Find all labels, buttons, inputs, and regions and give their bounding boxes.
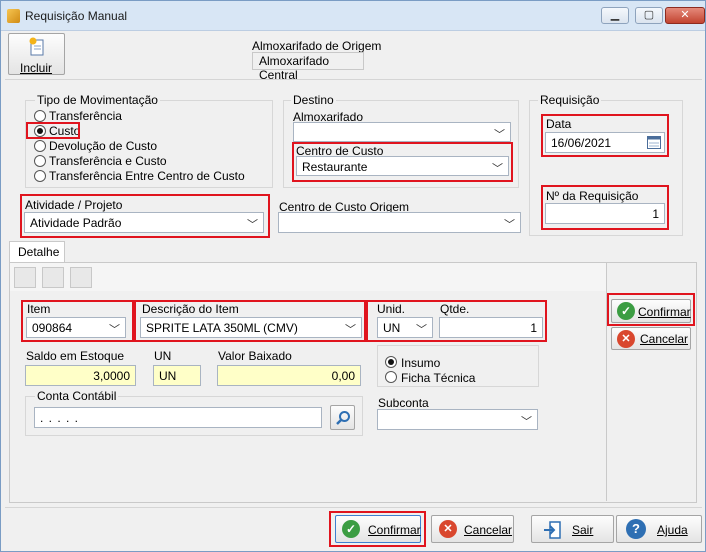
un-label: UN xyxy=(154,349,172,363)
saldo-field: 3,0000 xyxy=(25,365,136,386)
radio-ficha-label: Ficha Técnica xyxy=(401,371,476,385)
chevron-down-icon: ﹀ xyxy=(521,416,532,428)
radio-transferencia[interactable] xyxy=(34,110,46,122)
tipo-label: Tipo de Movimentação xyxy=(35,93,160,107)
new-item-icon[interactable] xyxy=(14,267,36,288)
chevron-down-icon: ﹀ xyxy=(494,129,505,141)
maximize-button[interactable]: ▢ xyxy=(635,7,663,24)
footer-cancelar-button[interactable]: ✕ Cancelar xyxy=(431,515,514,543)
highlight-descricao xyxy=(134,300,366,342)
chevron-down-icon: ﹀ xyxy=(504,219,515,231)
radio-devolucao[interactable] xyxy=(34,140,46,152)
incluir-button[interactable]: Incluir xyxy=(8,33,65,75)
detalhe-cancelar-button[interactable]: ✕ Cancelar xyxy=(611,327,691,350)
radio-devolucao-label: Devolução de Custo xyxy=(49,139,158,153)
conta-label: Conta Contábil xyxy=(35,389,119,403)
requisicao-window: Requisição Manual ▁ ▢ ✕ Incluir Almoxari… xyxy=(0,0,706,552)
requisicao-label: Requisição xyxy=(538,93,602,107)
almox-origem-label: Almoxarifado de Origem xyxy=(252,39,382,53)
new-document-icon xyxy=(29,37,44,56)
radio-transf-custo-label: Transferência e Custo xyxy=(49,154,167,168)
radio-transf-centro-label: Transferência Entre Centro de Custo xyxy=(49,169,245,183)
highlight-atividade xyxy=(20,194,270,238)
footer-ajuda-button[interactable]: ? Ajuda xyxy=(616,515,702,543)
valor-field: 0,00 xyxy=(217,365,361,386)
footer-sair-button[interactable]: Sair xyxy=(531,515,614,543)
un-field: UN xyxy=(153,365,201,386)
conta-input[interactable]: . . . . . xyxy=(34,407,322,428)
footer-separator xyxy=(5,507,702,508)
highlight-numero xyxy=(541,185,669,230)
exit-icon xyxy=(544,521,561,539)
destino-label: Destino xyxy=(291,93,336,107)
subconta-select[interactable]: ﹀ xyxy=(377,409,538,430)
help-icon: ? xyxy=(626,519,646,539)
valor-label: Valor Baixado xyxy=(218,349,292,363)
minimize-button[interactable]: ▁ xyxy=(601,7,629,24)
conta-search-button[interactable] xyxy=(330,405,355,430)
radio-transf-custo[interactable] xyxy=(34,155,46,167)
highlight-item xyxy=(21,300,134,342)
separator xyxy=(5,79,702,80)
window-title: Requisição Manual xyxy=(25,9,128,23)
almoxarifado-select[interactable]: ﹀ xyxy=(293,122,511,142)
highlight-custo xyxy=(26,122,80,139)
title-bar: Requisição Manual ▁ ▢ ✕ xyxy=(1,1,705,31)
app-icon xyxy=(7,9,20,23)
tab-detalhe[interactable]: Detalhe xyxy=(9,241,65,263)
edit-item-icon[interactable] xyxy=(42,267,64,288)
delete-item-icon[interactable] xyxy=(70,267,92,288)
radio-insumo[interactable] xyxy=(385,356,397,368)
highlight-unid-qtde xyxy=(366,300,547,342)
incluir-label: Incluir xyxy=(20,61,53,75)
close-button[interactable]: ✕ xyxy=(665,7,705,24)
almox-origem-field: Almoxarifado Central xyxy=(252,52,364,82)
highlight-footer-confirmar xyxy=(329,511,426,547)
subconta-label: Subconta xyxy=(378,396,429,410)
detalhe-toolbar xyxy=(10,263,606,291)
highlight-centro-custo xyxy=(292,142,513,182)
radio-transferencia-label: Transferência xyxy=(49,109,122,123)
radio-transf-centro[interactable] xyxy=(34,170,46,182)
highlight-data xyxy=(541,114,669,157)
radio-insumo-label: Insumo xyxy=(401,356,441,370)
cancel-icon: ✕ xyxy=(617,330,635,348)
search-icon xyxy=(336,411,350,425)
highlight-detalhe-confirmar xyxy=(607,293,695,326)
centro-origem-select[interactable]: ﹀ xyxy=(278,212,521,233)
saldo-label: Saldo em Estoque xyxy=(26,349,125,363)
cancel-icon: ✕ xyxy=(439,520,457,538)
radio-ficha[interactable] xyxy=(385,371,397,383)
